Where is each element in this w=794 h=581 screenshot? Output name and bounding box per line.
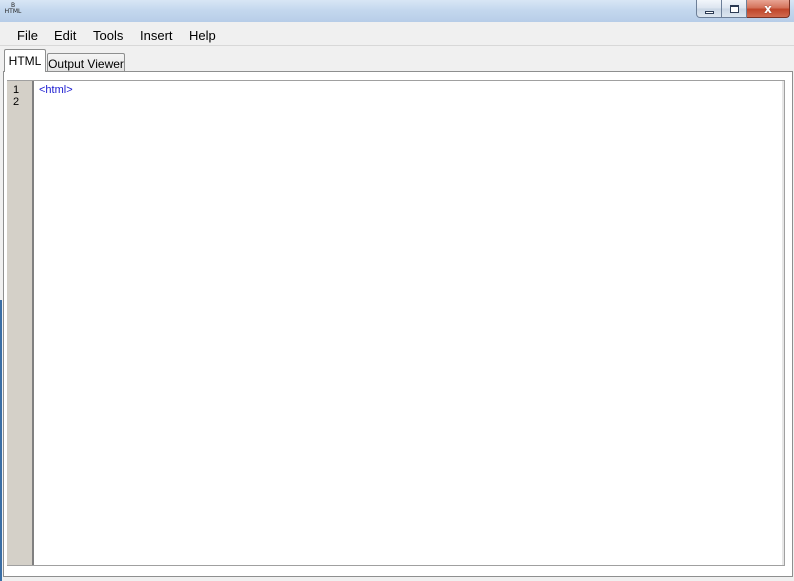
app-icon-text-bottom: HTML xyxy=(4,8,22,15)
minimize-icon xyxy=(704,10,714,14)
code-line[interactable]: <html> xyxy=(39,84,73,96)
app-icon: B HTML xyxy=(4,3,22,19)
code-editor[interactable]: 1 2 <html> xyxy=(7,80,785,566)
tab-html[interactable]: HTML xyxy=(4,49,46,72)
tab-strip: HTML Output Viewer xyxy=(0,47,794,72)
editor-scrollbar[interactable] xyxy=(782,81,784,565)
desktop-edge xyxy=(0,300,2,581)
menu-tools[interactable]: Tools xyxy=(93,28,123,43)
line-number: 2 xyxy=(13,96,20,108)
close-button[interactable]: x xyxy=(747,0,790,18)
menu-edit[interactable]: Edit xyxy=(54,28,76,43)
minimize-button[interactable] xyxy=(696,0,722,18)
tab-output-viewer[interactable]: Output Viewer xyxy=(47,53,125,72)
close-icon: x xyxy=(764,1,772,16)
menu-bar: File Edit Tools Insert Help xyxy=(0,24,794,46)
menu-insert[interactable]: Insert xyxy=(140,28,173,43)
tab-panel: 1 2 <html> xyxy=(3,71,793,577)
maximize-icon xyxy=(729,4,739,13)
line-number: 1 xyxy=(13,84,20,96)
menu-help[interactable]: Help xyxy=(189,28,216,43)
title-bar[interactable]: B HTML x xyxy=(0,0,794,22)
maximize-button[interactable] xyxy=(722,0,747,18)
window-controls: x xyxy=(696,0,790,19)
menu-file[interactable]: File xyxy=(17,28,38,43)
line-number-gutter: 1 2 xyxy=(7,81,34,565)
